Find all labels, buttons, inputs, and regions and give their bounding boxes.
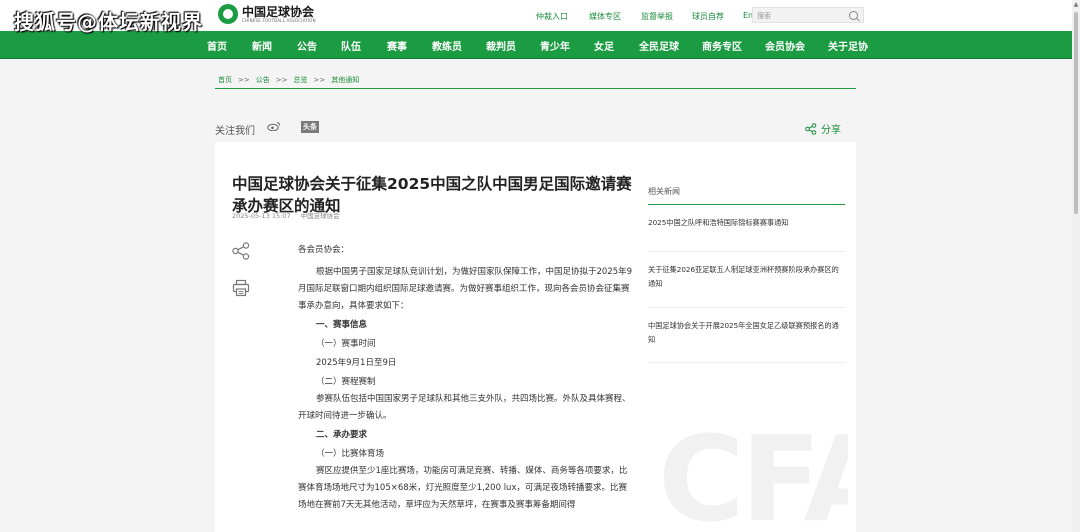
nav-members[interactable]: 会员协会	[765, 38, 805, 53]
related-news: 相关新闻 2025中国之队呼和浩特国际锦标赛赛事通知 关于征集2026亚足联五人…	[648, 186, 845, 363]
toutiao-icon[interactable]: 头条	[301, 121, 319, 133]
main-nav: 首页 新闻 公告 队伍 赛事 教练员 裁判员 青少年 女足 全民足球 商务专区 …	[0, 31, 1080, 59]
crumb-sep: >>	[238, 76, 250, 84]
related-news-item[interactable]: 关于征集2026亚足联五人制足球亚洲杯预赛阶段承办赛区的通知	[648, 252, 845, 308]
share-icon[interactable]	[232, 242, 250, 260]
cfa-logo[interactable]: 中国足球协会 CHINESE FOOTBALL ASSOCIATION	[218, 4, 316, 24]
cfa-watermark: CFA	[658, 410, 848, 532]
nav-youth[interactable]: 青少年	[540, 38, 570, 53]
article-paragraph: 根据中国男子国家足球队竞训计划，为做好国家队保障工作，中国足协拟于2025年9月…	[298, 267, 633, 311]
link-media[interactable]: 媒体专区	[589, 11, 621, 22]
breadcrumb-divider	[215, 88, 856, 89]
weibo-icon[interactable]	[267, 121, 281, 131]
related-news-item[interactable]: 中国足球协会关于开展2025年全国女足乙级联赛预报名的通知	[648, 308, 845, 363]
article-paragraph: 赛区应提供至少1座比赛场，功能房可满足竞赛、转播、媒体、商务等各项要求，比赛体育…	[298, 466, 628, 510]
search-box	[752, 7, 864, 23]
section-heading: 一、赛事信息	[316, 320, 368, 330]
nav-events[interactable]: 赛事	[387, 38, 407, 53]
article-greeting: 各会员协会：	[298, 245, 350, 255]
related-news-item[interactable]: 2025中国之队呼和浩特国际锦标赛赛事通知	[648, 205, 845, 252]
link-player-recommend[interactable]: 球员自荐	[692, 11, 724, 22]
related-news-heading: 相关新闻	[648, 186, 845, 205]
article-paragraph: 参赛队伍包括中国国家男子足球队和其他三支外队，共四场比赛。外队及具体赛程、开球时…	[298, 394, 631, 421]
cfa-badge-icon	[218, 4, 238, 24]
crumb-announcements[interactable]: 公告	[256, 76, 270, 84]
crumb-other-notices[interactable]: 其他通知	[331, 76, 359, 84]
logo-subtitle: CHINESE FOOTBALL ASSOCIATION	[242, 17, 316, 23]
crumb-sep: >>	[275, 76, 288, 84]
nav-grassroots[interactable]: 全民足球	[639, 38, 679, 53]
scroll-up-arrow-icon[interactable]: ▲	[1073, 2, 1079, 8]
subsection-heading: （一）赛事时间	[316, 339, 376, 349]
nav-womens[interactable]: 女足	[594, 38, 614, 53]
search-input[interactable]	[757, 10, 845, 21]
link-arbitration[interactable]: 仲裁入口	[536, 11, 568, 22]
nav-referees[interactable]: 裁判员	[486, 38, 516, 53]
watermark-text: 搜狐号@体坛新视界	[14, 10, 203, 34]
nav-about[interactable]: 关于足协	[828, 38, 868, 53]
section-heading: 二、承办要求	[316, 430, 368, 440]
crumb-home[interactable]: 首页	[218, 76, 232, 84]
nav-home[interactable]: 首页	[207, 38, 227, 53]
article-body: 各会员协会： 根据中国男子国家足球队竞训计划，为做好国家队保障工作，中国足协拟于…	[298, 242, 634, 514]
page-scrollbar[interactable]: ▲	[1072, 0, 1080, 532]
nav-announcements[interactable]: 公告	[297, 38, 317, 53]
nav-teams[interactable]: 队伍	[341, 38, 361, 53]
breadcrumb: 首页 >> 公告 >> 总览 >> 其他通知	[218, 75, 359, 85]
share-label: 分享	[821, 125, 841, 136]
scrollbar-thumb[interactable]	[1074, 12, 1078, 214]
article-date: 2025-05-13 15:07	[232, 212, 291, 220]
crumb-overview[interactable]: 总览	[293, 76, 307, 84]
follow-us-label: 关注我们	[215, 126, 255, 137]
nav-business[interactable]: 商务专区	[702, 38, 742, 53]
subsection-heading: （二）赛程赛制	[316, 377, 376, 387]
link-report[interactable]: 监督举报	[641, 11, 673, 22]
top-links: 仲裁入口 媒体专区 监督举报 球员自荐 En	[536, 11, 753, 22]
subsection-heading: （一）比赛体育场	[316, 449, 385, 459]
search-icon[interactable]	[849, 11, 858, 20]
nav-news[interactable]: 新闻	[252, 38, 272, 53]
event-dates: 2025年9月1日至9日	[316, 358, 397, 368]
crumb-sep: >>	[313, 76, 326, 84]
share-icon	[805, 122, 817, 135]
logo-name: 中国足球协会	[242, 4, 315, 19]
article-source: 中国足球协会	[300, 212, 340, 220]
cfa-background-mark: CFA	[648, 380, 848, 532]
print-icon[interactable]	[232, 279, 250, 297]
share-button[interactable]: 分享	[805, 121, 841, 136]
article-meta: 2025-05-13 15:07 中国足球协会	[232, 210, 340, 220]
nav-coaches[interactable]: 教练员	[432, 38, 462, 53]
